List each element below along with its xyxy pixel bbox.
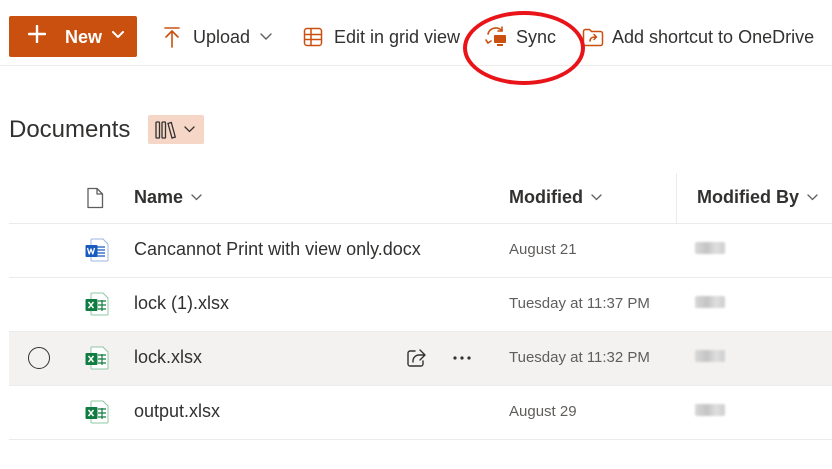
file-modified-by xyxy=(695,350,725,362)
view-options-button[interactable] xyxy=(148,115,204,144)
file-modified-by xyxy=(695,242,725,254)
grid-icon xyxy=(303,27,323,47)
chevron-down-icon xyxy=(807,194,818,201)
column-header-modified-by[interactable]: Modified By xyxy=(697,187,818,208)
command-bar: New Upload Edit in grid view Sync Add sh… xyxy=(0,0,832,66)
new-button[interactable]: New xyxy=(9,16,137,57)
upload-label: Upload xyxy=(193,26,251,47)
excel-icon xyxy=(85,400,109,424)
edit-grid-view-button[interactable]: Edit in grid view xyxy=(303,22,460,52)
row-select-checkbox[interactable] xyxy=(28,347,50,369)
new-button-label: New xyxy=(65,27,103,47)
column-modified-label: Modified xyxy=(509,187,583,207)
column-modified-by-label: Modified By xyxy=(697,187,799,207)
file-name[interactable]: lock (1).xlsx xyxy=(134,293,229,314)
word-icon xyxy=(85,238,109,262)
file-modified-by xyxy=(695,404,725,416)
more-options-icon[interactable] xyxy=(452,348,472,368)
file-type-icon xyxy=(87,187,104,209)
library-icon xyxy=(155,121,177,139)
upload-button[interactable]: Upload xyxy=(163,22,272,52)
file-name[interactable]: output.xlsx xyxy=(134,401,220,422)
file-modified: August 21 xyxy=(509,241,577,258)
add-shortcut-label: Add shortcut to OneDrive xyxy=(612,26,815,47)
share-icon[interactable] xyxy=(406,347,428,369)
folder-shortcut-icon xyxy=(582,28,604,47)
file-modified: August 29 xyxy=(509,403,577,420)
file-name[interactable]: Cancannot Print with view only.docx xyxy=(134,239,421,260)
chevron-down-icon xyxy=(112,31,124,38)
chevron-down-icon xyxy=(184,126,195,133)
excel-icon xyxy=(85,346,109,370)
column-name-label: Name xyxy=(134,187,184,207)
table-row[interactable]: lock.xlsx Tuesday at 11:32 PM xyxy=(9,332,832,386)
column-header-name[interactable]: Name xyxy=(134,187,202,208)
list-header: Name Modified Modified By xyxy=(9,170,832,224)
chevron-down-icon xyxy=(260,33,272,40)
table-row[interactable]: Cancannot Print with view only.docx Augu… xyxy=(9,224,832,278)
table-row[interactable]: lock (1).xlsx Tuesday at 11:37 PM xyxy=(9,278,832,332)
table-row[interactable]: output.xlsx August 29 xyxy=(9,386,832,440)
edit-grid-view-label: Edit in grid view xyxy=(334,26,461,47)
upload-icon xyxy=(164,27,180,48)
file-modified: Tuesday at 11:37 PM xyxy=(509,295,650,312)
file-name[interactable]: lock.xlsx xyxy=(134,347,202,368)
file-modified-by xyxy=(695,296,725,308)
column-separator xyxy=(676,173,677,224)
chevron-down-icon xyxy=(191,194,202,201)
add-shortcut-button[interactable]: Add shortcut to OneDrive xyxy=(582,22,814,52)
column-header-modified[interactable]: Modified xyxy=(509,187,602,208)
page-title: Documents xyxy=(9,116,131,143)
plus-icon xyxy=(28,25,46,43)
excel-icon xyxy=(85,292,109,316)
annotation-circle xyxy=(463,11,585,85)
file-modified: Tuesday at 11:32 PM xyxy=(509,349,650,366)
chevron-down-icon xyxy=(591,194,602,201)
